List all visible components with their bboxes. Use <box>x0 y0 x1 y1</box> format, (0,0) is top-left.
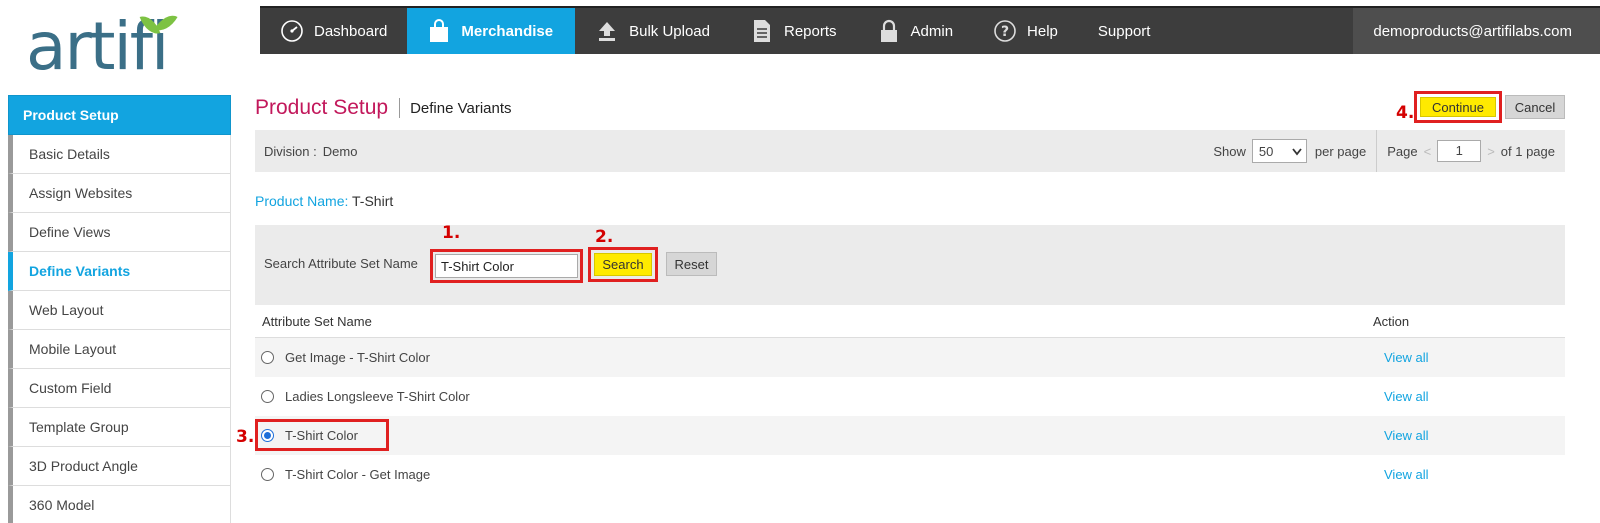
table-row[interactable]: Get Image - T-Shirt Color View all <box>255 338 1565 377</box>
nav-help-label: Help <box>1027 22 1058 40</box>
nav-bulk-upload-label: Bulk Upload <box>629 22 710 40</box>
sidebar-item-web-layout[interactable]: Web Layout <box>8 291 231 330</box>
table-body: Get Image - T-Shirt Color View all Ladie… <box>236 338 1565 494</box>
selected-row-highlight-box <box>255 419 389 451</box>
division-bar: Division : Demo Show 50 per page Page < … <box>255 130 1565 172</box>
title-divider <box>399 98 401 118</box>
row-radio-selected[interactable] <box>261 429 274 442</box>
next-page-icon[interactable]: > <box>1487 144 1495 159</box>
show-label: Show <box>1213 143 1246 159</box>
attribute-set-name: T-Shirt Color <box>285 428 358 443</box>
upload-icon <box>595 19 619 43</box>
per-page-value: 50 <box>1258 143 1274 159</box>
step-2-annotation: 2. <box>595 227 614 247</box>
nav-admin[interactable]: Admin <box>857 8 974 54</box>
row-radio[interactable] <box>261 351 274 364</box>
step-4-annotation: 4. <box>1396 103 1415 123</box>
page-number-input[interactable]: 1 <box>1437 140 1482 162</box>
sidebar-header[interactable]: Product Setup <box>8 95 231 135</box>
help-circle-icon: ? <box>993 19 1017 43</box>
nav-merchandise[interactable]: Merchandise <box>407 8 576 54</box>
chevron-down-icon <box>1292 144 1302 159</box>
page-label: Page <box>1387 143 1418 159</box>
nav-reports-label: Reports <box>783 22 837 40</box>
division-label: Division : <box>264 143 317 159</box>
nav-support[interactable]: Support <box>1078 8 1171 54</box>
document-icon <box>750 19 774 43</box>
user-account-menu[interactable]: demoproducts@artifilabs.com <box>1353 8 1600 54</box>
view-all-link[interactable]: View all <box>1384 428 1429 443</box>
search-button[interactable]: Search <box>594 253 652 276</box>
step-1-annotation: 1. <box>442 223 461 243</box>
view-all-link[interactable]: View all <box>1384 389 1429 404</box>
title-row: Product Setup Define Variants 4. Continu… <box>255 90 1565 126</box>
cancel-button[interactable]: Cancel <box>1505 95 1565 119</box>
sidebar-item-basic-details[interactable]: Basic Details <box>8 135 231 174</box>
page-subtitle: Define Variants <box>410 99 512 117</box>
sidebar-item-define-views[interactable]: Define Views <box>8 213 231 252</box>
per-page-suffix: per page <box>1314 143 1367 159</box>
artifi-logo[interactable]: artifi <box>20 8 210 88</box>
nav-dashboard[interactable]: Dashboard <box>260 8 407 54</box>
product-name-row: Product Name: T-Shirt <box>255 193 393 209</box>
nav-dashboard-label: Dashboard <box>314 22 388 40</box>
sidebar-item-3d-product-angle[interactable]: 3D Product Angle <box>8 447 231 486</box>
top-nav: Dashboard Merchandise Bulk Upload Report… <box>260 6 1600 54</box>
sidebar-item-assign-websites[interactable]: Assign Websites <box>8 174 231 213</box>
continue-highlight-box: Continue <box>1414 91 1502 123</box>
table-row[interactable]: 3. T-Shirt Color View all <box>236 416 1565 455</box>
search-panel: Search Attribute Set Name 1. 2. Search R… <box>255 223 1565 305</box>
page-title: Product Setup <box>255 96 389 119</box>
table-row[interactable]: T-Shirt Color - Get Image View all <box>255 455 1565 494</box>
row-radio[interactable] <box>261 390 274 403</box>
shopping-bag-icon <box>427 19 451 43</box>
sidebar-item-360-model[interactable]: 360 Model <box>8 486 231 523</box>
search-highlight-box <box>430 249 583 283</box>
search-button-highlight-box: Search <box>588 247 658 282</box>
attribute-set-table: Attribute Set Name Action Get Image - T-… <box>236 305 1565 494</box>
pager: Page < 1 > of 1 page <box>1376 130 1565 172</box>
view-all-link[interactable]: View all <box>1384 467 1429 482</box>
sidebar-item-define-variants[interactable]: Define Variants <box>8 252 231 291</box>
attribute-set-search-input[interactable] <box>435 254 578 278</box>
sidebar-item-mobile-layout[interactable]: Mobile Layout <box>8 330 231 369</box>
main-content: Product Setup Define Variants 4. Continu… <box>236 90 1565 482</box>
sidebar-item-custom-field[interactable]: Custom Field <box>8 369 231 408</box>
nav-bulk-upload[interactable]: Bulk Upload <box>575 8 730 54</box>
dashboard-gauge-icon <box>280 19 304 43</box>
nav-help[interactable]: ? Help <box>973 8 1078 54</box>
table-row[interactable]: Ladies Longsleeve T-Shirt Color View all <box>255 377 1565 416</box>
per-page-select[interactable]: 50 <box>1251 139 1307 163</box>
step-3-annotation: 3. <box>236 427 255 447</box>
row-radio[interactable] <box>261 468 274 481</box>
column-header-action: Action <box>1373 313 1410 329</box>
nav-reports[interactable]: Reports <box>730 8 857 54</box>
search-label: Search Attribute Set Name <box>264 256 418 271</box>
nav-merchandise-label: Merchandise <box>461 22 554 40</box>
attribute-set-name: T-Shirt Color - Get Image <box>285 467 431 482</box>
pagination-controls: Show 50 per page Page < 1 > of 1 page <box>1213 130 1565 172</box>
prev-page-icon[interactable]: < <box>1424 144 1432 159</box>
lock-icon <box>877 19 901 43</box>
division-value: Demo <box>322 143 358 159</box>
attribute-set-name: Get Image - T-Shirt Color <box>285 350 430 365</box>
table-header: Attribute Set Name Action <box>255 305 1565 338</box>
nav-support-label: Support <box>1097 22 1151 40</box>
view-all-link[interactable]: View all <box>1384 350 1429 365</box>
user-email: demoproducts@artifilabs.com <box>1373 22 1572 40</box>
svg-text:?: ? <box>1001 24 1009 40</box>
page-total: of 1 page <box>1500 143 1555 159</box>
nav-admin-label: Admin <box>910 22 954 40</box>
sidebar-item-template-group[interactable]: Template Group <box>8 408 231 447</box>
sidebar: Product Setup Basic Details Assign Websi… <box>8 95 231 523</box>
product-name-label: Product Name: <box>255 193 349 209</box>
continue-button[interactable]: Continue <box>1420 97 1496 117</box>
reset-button[interactable]: Reset <box>666 252 717 276</box>
product-name-value: T-Shirt <box>352 193 394 209</box>
column-header-attribute-set-name: Attribute Set Name <box>262 313 372 329</box>
attribute-set-name: Ladies Longsleeve T-Shirt Color <box>285 389 470 404</box>
